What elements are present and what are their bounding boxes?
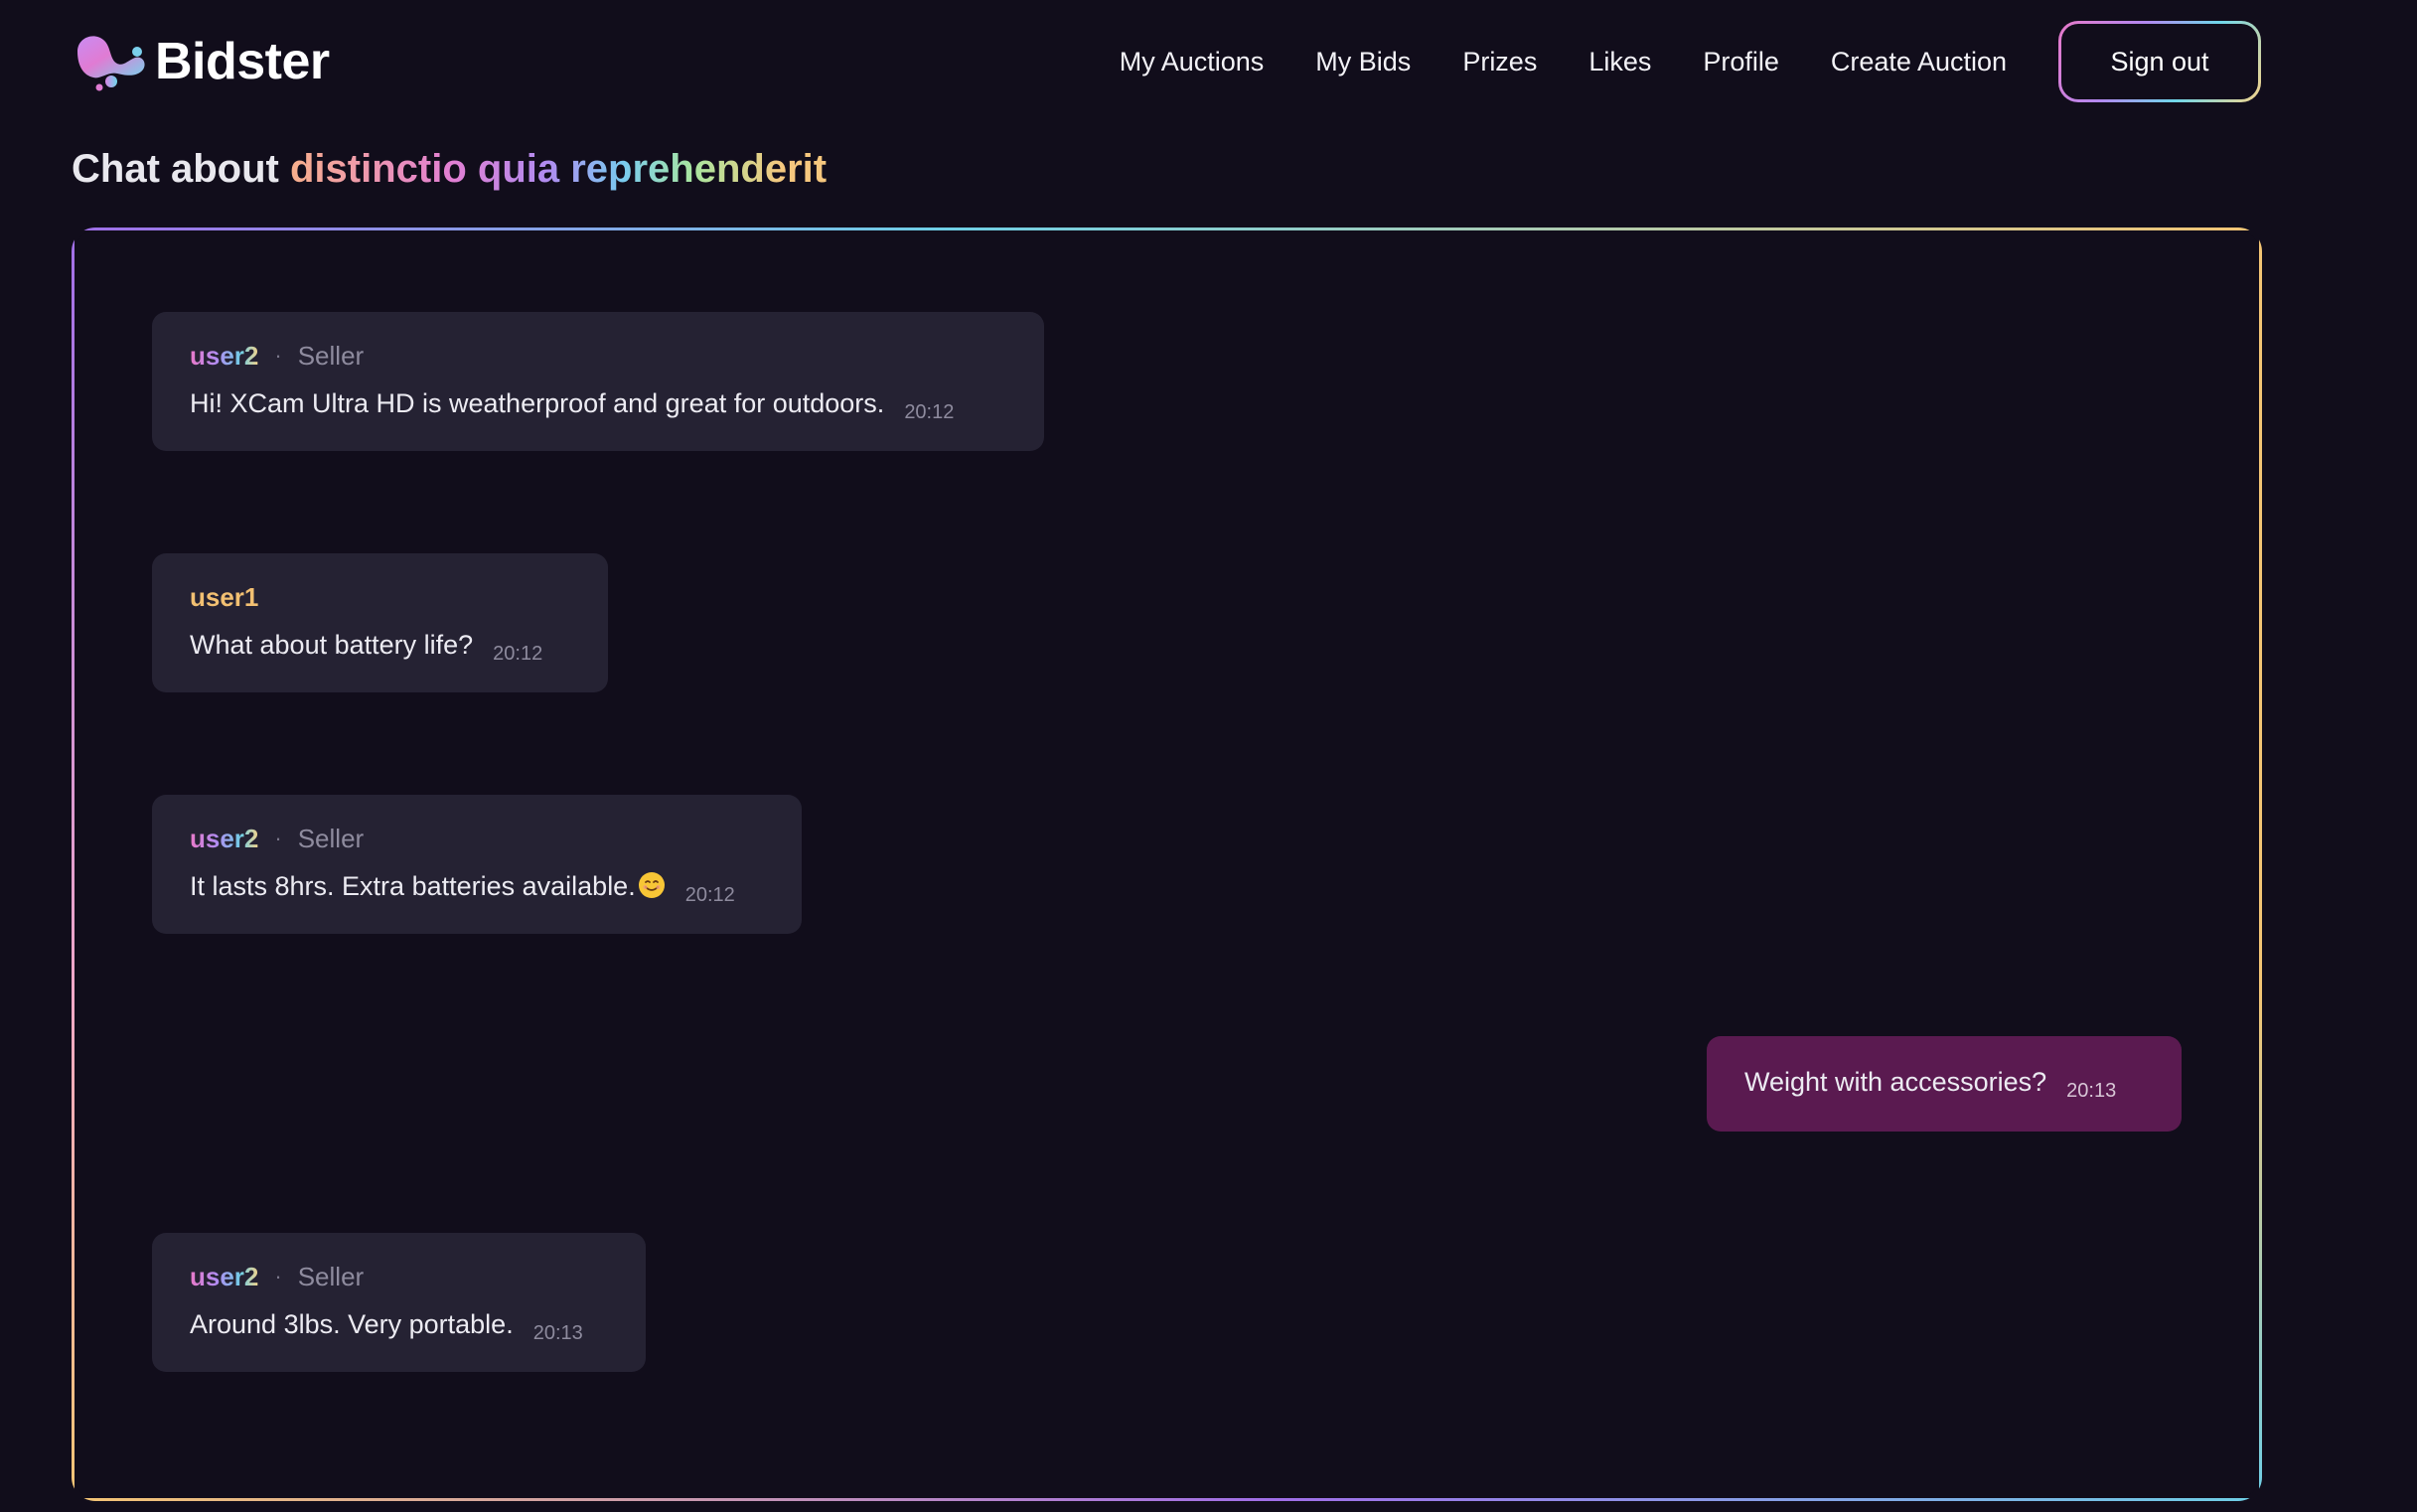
separator-dot: ·	[274, 1264, 282, 1288]
chat-message: user1 What about battery life? 20:12	[152, 553, 608, 692]
chat-panel: user2 · Seller Hi! XCam Ultra HD is weat…	[72, 227, 2262, 1501]
separator-dot: ·	[274, 826, 282, 850]
nav-my-bids[interactable]: My Bids	[1315, 47, 1411, 77]
message-time: 20:13	[2066, 1080, 2117, 1102]
message-text: What about battery life?	[190, 630, 474, 660]
brand-name: Bidster	[155, 33, 330, 90]
chat-message: user2 · Seller Around 3lbs. Very portabl…	[152, 1233, 646, 1372]
sender-name[interactable]: user2	[190, 823, 258, 854]
sign-out-button[interactable]: Sign out	[2058, 21, 2261, 102]
sign-out-label: Sign out	[2061, 24, 2258, 99]
message-text-content: It lasts 8hrs. Extra batteries available…	[190, 871, 636, 901]
page-title: Chat about distinctio quia reprehenderit	[72, 144, 827, 194]
message-header: user2 · Seller	[190, 823, 764, 854]
nav-my-auctions[interactable]: My Auctions	[1120, 47, 1265, 77]
message-text: Hi! XCam Ultra HD is weatherproof and gr…	[190, 388, 885, 418]
message-text: It lasts 8hrs. Extra batteries available…	[190, 868, 666, 904]
chat-messages[interactable]: user2 · Seller Hi! XCam Ultra HD is weat…	[75, 230, 2259, 1498]
sender-name[interactable]: user2	[190, 1261, 258, 1292]
message-body: What about battery life? 20:12	[190, 627, 570, 665]
chat-message: user2 · Seller It lasts 8hrs. Extra batt…	[152, 795, 802, 934]
message-header: user2 · Seller	[190, 340, 1006, 372]
nav-prizes[interactable]: Prizes	[1462, 47, 1537, 77]
own-chat-message: Weight with accessories? 20:13	[1707, 1036, 2182, 1132]
auction-name: distinctio quia reprehenderit	[290, 147, 828, 191]
top-navbar: Bidster My Auctions My Bids Prizes Likes…	[0, 0, 2417, 124]
smiling-face-emoji-icon	[638, 872, 665, 898]
message-body: It lasts 8hrs. Extra batteries available…	[190, 868, 764, 906]
page-title-prefix: Chat about	[72, 147, 279, 191]
chat-message: user2 · Seller Hi! XCam Ultra HD is weat…	[152, 312, 1044, 451]
nav-create-auction[interactable]: Create Auction	[1831, 47, 2007, 77]
brand-logo[interactable]: Bidster	[72, 30, 330, 93]
message-text: Weight with accessories?	[1744, 1067, 2047, 1097]
sender-role: Seller	[297, 1262, 365, 1291]
message-time: 20:12	[684, 884, 735, 906]
sender-name[interactable]: user1	[190, 581, 258, 613]
message-header: user1	[190, 581, 570, 613]
message-body: Around 3lbs. Very portable. 20:13	[190, 1306, 608, 1344]
sender-role: Seller	[297, 824, 365, 853]
message-header: user2 · Seller	[190, 1261, 608, 1292]
message-time: 20:13	[532, 1322, 583, 1344]
bidster-logo-icon	[77, 36, 145, 91]
nav-likes[interactable]: Likes	[1588, 47, 1651, 77]
sender-role: Seller	[297, 341, 365, 371]
main-nav: My Auctions My Bids Prizes Likes Profile…	[1120, 21, 2261, 102]
message-time: 20:12	[904, 401, 955, 423]
message-time: 20:12	[493, 643, 543, 665]
nav-profile[interactable]: Profile	[1703, 47, 1779, 77]
sender-name[interactable]: user2	[190, 340, 258, 372]
message-body: Weight with accessories? 20:13	[1744, 1064, 2144, 1102]
separator-dot: ·	[274, 343, 282, 368]
message-text: Around 3lbs. Very portable.	[190, 1309, 514, 1339]
message-body: Hi! XCam Ultra HD is weatherproof and gr…	[190, 385, 1006, 423]
